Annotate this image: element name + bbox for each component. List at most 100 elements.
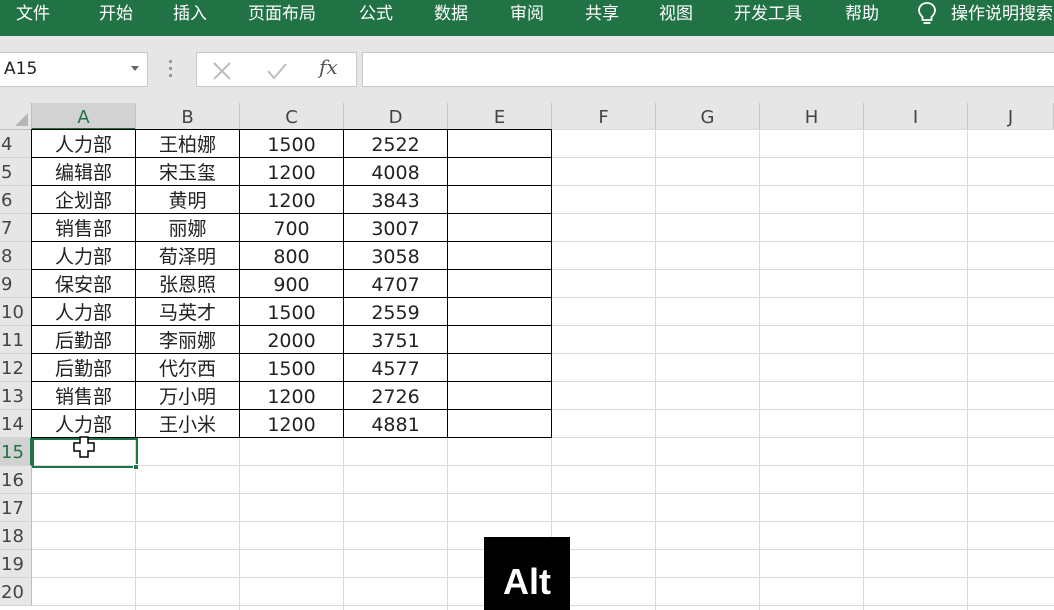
cancel-x-icon[interactable] <box>211 60 233 82</box>
cell-c10[interactable]: 1500 <box>240 298 343 326</box>
table-border <box>31 185 552 186</box>
column-header-c[interactable]: C <box>240 103 344 130</box>
column-header-a[interactable]: A <box>32 103 136 130</box>
tab-insert[interactable]: 插入 <box>173 2 207 28</box>
cell-a5[interactable]: 编辑部 <box>32 158 135 186</box>
cell-b7[interactable]: 丽娜 <box>136 214 239 242</box>
formula-input[interactable] <box>362 52 1054 87</box>
name-box[interactable]: A15 <box>0 52 148 87</box>
cell-c12[interactable]: 1500 <box>240 354 343 382</box>
cell-a11[interactable]: 后勤部 <box>32 326 135 354</box>
cell-d4[interactable]: 2522 <box>344 130 447 158</box>
row-header-4[interactable]: 4 <box>0 130 32 158</box>
row-header-18[interactable]: 18 <box>0 522 32 550</box>
cell-c5[interactable]: 1200 <box>240 158 343 186</box>
cell-c6[interactable]: 1200 <box>240 186 343 214</box>
row-header-17[interactable]: 17 <box>0 494 32 522</box>
cell-d13[interactable]: 2726 <box>344 382 447 410</box>
cell-b6[interactable]: 黄明 <box>136 186 239 214</box>
row-header-9[interactable]: 9 <box>0 270 32 298</box>
cell-b4[interactable]: 王柏娜 <box>136 130 239 158</box>
cell-c13[interactable]: 1200 <box>240 382 343 410</box>
tab-formulas[interactable]: 公式 <box>359 2 393 28</box>
select-all-triangle-icon <box>15 113 28 126</box>
table-border <box>31 129 552 130</box>
cell-a9[interactable]: 保安部 <box>32 270 135 298</box>
cell-d8[interactable]: 3058 <box>344 242 447 270</box>
row-header-7[interactable]: 7 <box>0 214 32 242</box>
cell-a12[interactable]: 后勤部 <box>32 354 135 382</box>
cell-b8[interactable]: 荀泽明 <box>136 242 239 270</box>
row-header-14[interactable]: 14 <box>0 410 32 438</box>
cell-c14[interactable]: 1200 <box>240 410 343 438</box>
column-header-j[interactable]: J <box>968 103 1054 130</box>
cell-d7[interactable]: 3007 <box>344 214 447 242</box>
column-header-h[interactable]: H <box>760 103 864 130</box>
row-header-12[interactable]: 12 <box>0 354 32 382</box>
row-header-20[interactable]: 20 <box>0 578 32 606</box>
chevron-down-icon[interactable] <box>131 66 139 71</box>
column-header-e[interactable]: E <box>448 103 552 130</box>
insert-function-button[interactable]: fx <box>319 55 338 79</box>
spreadsheet-grid[interactable]: A B C D E F G H I J 4 5 6 7 8 9 10 11 12 13 14 15 16 17 18 19 20 人力… <box>0 103 1054 610</box>
splitter-handle[interactable] <box>169 60 173 78</box>
cell-a13[interactable]: 销售部 <box>32 382 135 410</box>
tab-help[interactable]: 帮助 <box>845 2 879 28</box>
row-header-16[interactable]: 16 <box>0 466 32 494</box>
tell-me-search[interactable]: 操作说明搜索 <box>951 2 1053 28</box>
row-header-11[interactable]: 11 <box>0 326 32 354</box>
tab-page-layout[interactable]: 页面布局 <box>248 2 316 28</box>
fill-handle[interactable] <box>133 464 139 470</box>
cell-a10[interactable]: 人力部 <box>32 298 135 326</box>
cell-d12[interactable]: 4577 <box>344 354 447 382</box>
row-header-5[interactable]: 5 <box>0 158 32 186</box>
cell-a8[interactable]: 人力部 <box>32 242 135 270</box>
cell-b12[interactable]: 代尔西 <box>136 354 239 382</box>
cell-a14[interactable]: 人力部 <box>32 410 135 438</box>
row-header-19[interactable]: 19 <box>0 550 32 578</box>
cell-c7[interactable]: 700 <box>240 214 343 242</box>
tab-file[interactable]: 文件 <box>16 2 50 28</box>
cell-a7[interactable]: 销售部 <box>32 214 135 242</box>
tab-share[interactable]: 共享 <box>585 2 619 28</box>
cell-d5[interactable]: 4008 <box>344 158 447 186</box>
tab-view[interactable]: 视图 <box>659 2 693 28</box>
table-border <box>31 157 552 158</box>
tab-review[interactable]: 审阅 <box>510 2 544 28</box>
cell-d9[interactable]: 4707 <box>344 270 447 298</box>
cell-d11[interactable]: 3751 <box>344 326 447 354</box>
cell-b14[interactable]: 王小米 <box>136 410 239 438</box>
column-header-d[interactable]: D <box>344 103 448 130</box>
table-border <box>239 129 240 438</box>
column-header-f[interactable]: F <box>552 103 656 130</box>
cell-b13[interactable]: 万小明 <box>136 382 239 410</box>
row-header-15[interactable]: 15 <box>0 438 32 466</box>
cell-a6[interactable]: 企划部 <box>32 186 135 214</box>
row-header-13[interactable]: 13 <box>0 382 32 410</box>
column-header-g[interactable]: G <box>656 103 760 130</box>
cell-c4[interactable]: 1500 <box>240 130 343 158</box>
tab-home[interactable]: 开始 <box>99 2 133 28</box>
tab-data[interactable]: 数据 <box>434 2 468 28</box>
tab-developer[interactable]: 开发工具 <box>734 2 802 28</box>
lightbulb-icon[interactable] <box>915 0 939 28</box>
select-all-button[interactable] <box>0 103 32 130</box>
column-header-i[interactable]: I <box>864 103 968 130</box>
row-header-6[interactable]: 6 <box>0 186 32 214</box>
cell-c9[interactable]: 900 <box>240 270 343 298</box>
enter-check-icon[interactable] <box>265 60 289 82</box>
cell-b10[interactable]: 马英才 <box>136 298 239 326</box>
row-header-10[interactable]: 10 <box>0 298 32 326</box>
row-header-8[interactable]: 8 <box>0 242 32 270</box>
cell-c11[interactable]: 2000 <box>240 326 343 354</box>
cell-d14[interactable]: 4881 <box>344 410 447 438</box>
column-header-b[interactable]: B <box>136 103 240 130</box>
cell-b11[interactable]: 李丽娜 <box>136 326 239 354</box>
menu-bar: 文件 开始 插入 页面布局 公式 数据 审阅 共享 视图 开发工具 帮助 操作说… <box>0 0 1054 36</box>
cell-c8[interactable]: 800 <box>240 242 343 270</box>
cell-b9[interactable]: 张恩照 <box>136 270 239 298</box>
cell-b5[interactable]: 宋玉玺 <box>136 158 239 186</box>
cell-a4[interactable]: 人力部 <box>32 130 135 158</box>
cell-d6[interactable]: 3843 <box>344 186 447 214</box>
cell-d10[interactable]: 2559 <box>344 298 447 326</box>
